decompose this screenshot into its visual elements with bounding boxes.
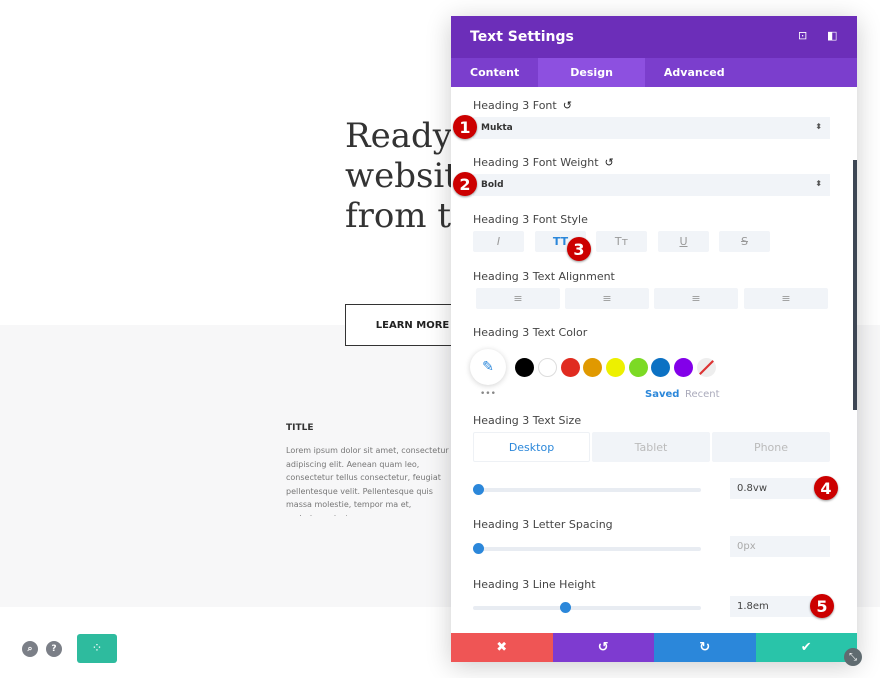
color-swatch[interactable] (674, 358, 693, 377)
capitalize-button[interactable]: Tт (596, 231, 647, 252)
panel-tabs: Content Design Advanced (451, 58, 857, 87)
step-badge: 5 (810, 594, 834, 618)
step-badge: 4 (814, 476, 838, 500)
color-swatch[interactable] (561, 358, 580, 377)
slider-handle[interactable] (473, 543, 484, 554)
color-swatch[interactable] (629, 358, 648, 377)
text-size-slider[interactable] (473, 488, 701, 492)
letter-spacing-input[interactable]: 0px (730, 536, 830, 557)
hero-line: website (345, 156, 455, 196)
step-badge: 1 (453, 115, 477, 139)
slider-handle[interactable] (560, 602, 571, 613)
slider-handle[interactable] (473, 484, 484, 495)
letter-spacing-label: Heading 3 Letter Spacing (473, 518, 613, 531)
align-left-button[interactable]: ≡ (476, 288, 560, 309)
font-select[interactable]: Mukta ⬍ (473, 117, 830, 139)
align-right-button[interactable]: ≡ (654, 288, 738, 309)
step-badge: 2 (453, 172, 477, 196)
reset-icon[interactable]: ↺ (563, 99, 572, 112)
search-icon[interactable]: ⌕ (22, 641, 38, 657)
line-height-slider[interactable] (473, 606, 701, 610)
sidebar-toggle-icon[interactable]: ◧ (827, 29, 837, 42)
color-swatch[interactable] (651, 358, 670, 377)
hero-heading: Ready t website from th (345, 116, 455, 236)
select-arrows-icon: ⬍ (815, 122, 822, 131)
dots-icon: ⁘ (91, 641, 103, 656)
strikethrough-button[interactable]: S (719, 231, 770, 252)
font-weight-select[interactable]: Bold ⬍ (473, 174, 830, 196)
hero-line: from th (345, 196, 455, 236)
blurb-title: TITLE (286, 423, 314, 433)
blurb-text: Lorem ipsum dolor sit amet, consectetur … (286, 446, 449, 516)
scrollbar[interactable] (853, 160, 857, 410)
device-tab-desktop[interactable]: Desktop (473, 432, 590, 462)
page-settings-button[interactable]: ⁘ (77, 634, 117, 663)
reset-icon[interactable]: ↺ (605, 156, 614, 169)
undo-button[interactable]: ↺ (552, 633, 654, 662)
tab-design[interactable]: Design (538, 58, 645, 87)
color-swatch[interactable] (606, 358, 625, 377)
color-swatch[interactable] (515, 358, 534, 377)
eyedropper-icon[interactable]: ✎ (470, 349, 506, 385)
save-button[interactable]: ✔ (755, 633, 857, 662)
line-height-label: Heading 3 Line Height (473, 578, 596, 591)
panel-header: Text Settings ⊡ ◧ (451, 16, 857, 58)
text-color-label: Heading 3 Text Color (473, 326, 588, 339)
tab-content[interactable]: Content (451, 58, 538, 87)
text-settings-panel: Text Settings ⊡ ◧ Content Design Advance… (451, 16, 857, 662)
saved-colors-tab[interactable]: Saved (645, 389, 679, 400)
help-icon[interactable]: ? (46, 641, 62, 657)
clear-color-swatch[interactable] (697, 358, 716, 377)
italic-button[interactable]: I (473, 231, 524, 252)
underline-button[interactable]: U (658, 231, 709, 252)
cancel-button[interactable]: ✖ (451, 633, 553, 662)
resize-icon[interactable]: ⤡ (844, 648, 862, 666)
alignment-label: Heading 3 Text Alignment (473, 270, 615, 283)
panel-title: Text Settings (470, 29, 574, 45)
recent-colors-tab[interactable]: Recent (685, 389, 720, 400)
redo-button[interactable]: ↻ (654, 633, 756, 662)
hero-line: Ready t (345, 116, 455, 156)
tab-advanced[interactable]: Advanced (645, 58, 744, 87)
fullscreen-icon[interactable]: ⊡ (798, 29, 807, 42)
device-tab-phone[interactable]: Phone (712, 432, 830, 462)
font-label: Heading 3 Font ↺ (473, 99, 572, 112)
learn-more-button[interactable]: LEARN MORE (345, 304, 465, 346)
more-colors-icon[interactable]: ••• (480, 389, 496, 399)
device-tab-tablet[interactable]: Tablet (592, 432, 710, 462)
font-style-label: Heading 3 Font Style (473, 213, 588, 226)
align-justify-button[interactable]: ≡ (744, 288, 828, 309)
font-weight-label: Heading 3 Font Weight ↺ (473, 156, 614, 169)
align-center-button[interactable]: ≡ (565, 288, 649, 309)
text-size-label: Heading 3 Text Size (473, 414, 582, 427)
step-badge: 3 (567, 237, 591, 261)
color-swatch[interactable] (538, 358, 557, 377)
letter-spacing-slider[interactable] (473, 547, 701, 551)
select-arrows-icon: ⬍ (815, 179, 822, 188)
color-swatch[interactable] (583, 358, 602, 377)
